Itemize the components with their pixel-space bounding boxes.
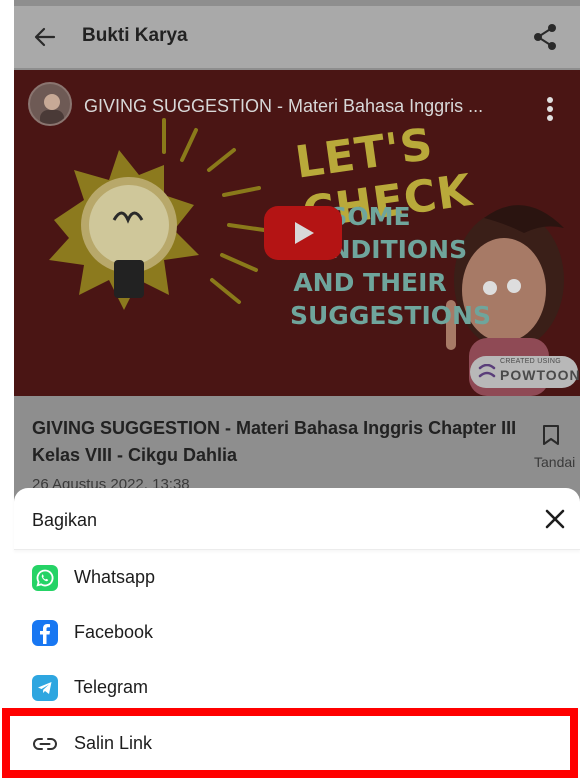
bookmark-label[interactable]: Tandai xyxy=(534,454,575,470)
share-option-label: Whatsapp xyxy=(74,567,156,587)
powtoon-logo-icon xyxy=(478,364,496,378)
app-bar: Bukti Karya xyxy=(14,6,580,68)
sheet-title: Bagikan xyxy=(32,510,98,530)
share-option-telegram[interactable]: Telegram xyxy=(14,662,580,712)
post-title: GIVING SUGGESTION - Materi Bahasa Inggri… xyxy=(32,418,517,465)
link-icon xyxy=(32,731,58,757)
play-button[interactable] xyxy=(264,206,342,260)
badge-caption: CREATED USING xyxy=(500,358,561,365)
arrow-left-icon[interactable] xyxy=(32,24,58,50)
share-option-whatsapp[interactable]: Whatsapp xyxy=(14,552,580,602)
overlay-line: SUGGESTIONS xyxy=(290,301,491,330)
video-player[interactable]: GIVING SUGGESTION - Materi Bahasa Inggri… xyxy=(14,70,580,396)
play-icon xyxy=(295,222,314,244)
sheet-header: Bagikan xyxy=(14,488,580,550)
facebook-icon xyxy=(32,620,58,646)
share-icon[interactable] xyxy=(532,23,558,51)
channel-avatar[interactable] xyxy=(28,82,72,126)
share-bottom-sheet: Bagikan Whatsapp Facebook Telegram Salin… xyxy=(14,488,580,781)
close-icon[interactable] xyxy=(544,508,566,530)
share-option-copy-link[interactable]: Salin Link xyxy=(14,718,580,768)
telegram-icon xyxy=(32,675,58,701)
overlay-line: AND THEIR xyxy=(293,268,447,297)
share-option-label: Telegram xyxy=(74,677,149,697)
bookmark-icon[interactable] xyxy=(542,424,560,446)
badge-brand: POWTOON xyxy=(500,367,580,383)
share-option-label: Facebook xyxy=(74,622,154,642)
page-title: Bukti Karya xyxy=(82,25,188,46)
whatsapp-icon xyxy=(32,565,58,591)
share-option-facebook[interactable]: Facebook xyxy=(14,607,580,657)
share-option-label: Salin Link xyxy=(74,733,153,753)
powtoon-badge: CREATED USING POWTOON xyxy=(470,356,580,388)
